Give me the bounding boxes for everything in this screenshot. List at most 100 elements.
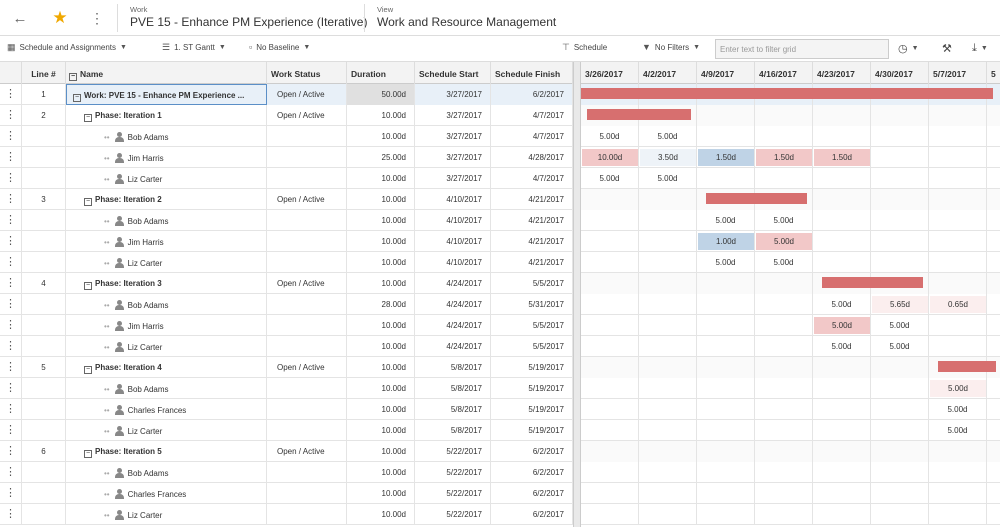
- col-duration[interactable]: Duration: [347, 62, 415, 84]
- col-status[interactable]: Work Status: [267, 62, 347, 84]
- row-menu-icon[interactable]: ⋮: [0, 210, 22, 231]
- row-menu-icon[interactable]: ⋮: [0, 420, 22, 441]
- favorite-star-icon[interactable]: ★: [48, 6, 72, 30]
- clock-dropdown[interactable]: ◷ ▼: [898, 42, 919, 55]
- row-name[interactable]: − Phase: Iteration 4: [66, 357, 267, 378]
- row-name[interactable]: •• Liz Carter: [66, 336, 267, 357]
- col-finish[interactable]: Schedule Finish: [491, 62, 573, 84]
- row-name[interactable]: − Phase: Iteration 3: [66, 273, 267, 294]
- row-menu-icon[interactable]: ⋮: [0, 483, 22, 504]
- phase-row[interactable]: ⋮ 3− Phase: Iteration 2 Open / Active 10.00d…: [0, 189, 1000, 210]
- collapse-icon[interactable]: −: [84, 366, 92, 374]
- row-name[interactable]: •• Charles Frances: [66, 483, 267, 504]
- row-menu-icon[interactable]: ⋮: [0, 147, 22, 168]
- row-name[interactable]: •• Bob Adams: [66, 210, 267, 231]
- allocation-value: 5.00d: [755, 252, 813, 273]
- row-name[interactable]: •• Liz Carter: [66, 504, 267, 525]
- collapse-icon[interactable]: −: [84, 198, 92, 206]
- collapse-icon[interactable]: −: [84, 450, 92, 458]
- pane-splitter[interactable]: [573, 62, 581, 527]
- resource-row[interactable]: ⋮ •• Liz Carter 10.00d 3/27/2017 4/7/2017 5.00…: [0, 168, 1000, 189]
- row-menu-icon[interactable]: ⋮: [0, 189, 22, 210]
- filter-grid-input[interactable]: Enter text to filter grid: [715, 39, 889, 59]
- row-name[interactable]: •• Bob Adams: [66, 126, 267, 147]
- row-name[interactable]: − Phase: Iteration 1: [66, 105, 267, 126]
- resource-row[interactable]: ⋮ •• Jim Harris 10.00d 4/10/2017 4/21/2017 1.0…: [0, 231, 1000, 252]
- row-menu-icon[interactable]: ⋮: [0, 105, 22, 126]
- phase-row[interactable]: ⋮ 5− Phase: Iteration 4 Open / Active 10.00d…: [0, 357, 1000, 378]
- row-menu-icon[interactable]: ⋮: [0, 399, 22, 420]
- resource-row[interactable]: ⋮ •• Charles Frances 10.00d 5/8/2017 5/19/201…: [0, 399, 1000, 420]
- resource-row[interactable]: ⋮ •• Bob Adams 10.00d 4/10/2017 4/21/2017 5.00…: [0, 210, 1000, 231]
- filters-dropdown[interactable]: ▼ No Filters ▼: [642, 42, 700, 52]
- row-menu-icon[interactable]: ⋮: [0, 84, 22, 105]
- work-row[interactable]: ⋮ 1− Work: PVE 15 - Enhance PM Experience …: [0, 84, 1000, 105]
- collapse-icon[interactable]: −: [73, 94, 81, 102]
- resource-row[interactable]: ⋮ •• Bob Adams 28.00d 4/24/2017 5/31/2017 5.00…: [0, 294, 1000, 315]
- baseline-dropdown[interactable]: ▫ No Baseline ▼: [249, 42, 310, 52]
- gantt-bar[interactable]: [937, 361, 996, 372]
- schedule-button[interactable]: ⊤ Schedule: [562, 42, 607, 53]
- row-menu-icon[interactable]: ⋮: [0, 252, 22, 273]
- collapse-icon[interactable]: −: [84, 114, 92, 122]
- col-start[interactable]: Schedule Start: [415, 62, 491, 84]
- row-menu-icon[interactable]: ⋮: [0, 315, 22, 336]
- row-menu-icon[interactable]: ⋮: [0, 357, 22, 378]
- row-menu-icon[interactable]: ⋮: [0, 273, 22, 294]
- row-menu-icon[interactable]: ⋮: [0, 126, 22, 147]
- row-name[interactable]: − Phase: Iteration 2: [66, 189, 267, 210]
- phase-row[interactable]: ⋮ 2− Phase: Iteration 1 Open / Active 10.00d…: [0, 105, 1000, 126]
- resource-row[interactable]: ⋮ •• Bob Adams 10.00d 5/8/2017 5/19/2017 5.00d: [0, 378, 1000, 399]
- gantt-cell: 5.00d: [755, 231, 813, 252]
- row-name[interactable]: •• Bob Adams: [66, 462, 267, 483]
- gantt-bar[interactable]: [705, 193, 808, 204]
- row-menu-icon[interactable]: ⋮: [0, 231, 22, 252]
- row-name[interactable]: − Work: PVE 15 - Enhance PM Experience ..…: [66, 84, 267, 105]
- row-name[interactable]: •• Bob Adams: [66, 294, 267, 315]
- gantt-dropdown[interactable]: ☰ 1. ST Gantt ▼: [162, 42, 226, 53]
- resource-row[interactable]: ⋮ •• Liz Carter 10.00d 5/8/2017 5/19/2017 5.00…: [0, 420, 1000, 441]
- gantt-bar[interactable]: [586, 109, 692, 120]
- back-arrow-icon[interactable]: ←: [8, 6, 32, 30]
- row-name[interactable]: •• Jim Harris: [66, 315, 267, 336]
- work-title[interactable]: PVE 15 - Enhance PM Experience (Iterativ…: [130, 15, 367, 29]
- wrench-icon[interactable]: ⚒: [942, 42, 952, 55]
- gantt-bar[interactable]: [821, 277, 924, 288]
- resource-row[interactable]: ⋮ •• Charles Frances 10.00d 5/22/2017 6/2/201…: [0, 483, 1000, 504]
- row-menu-icon[interactable]: ⋮: [0, 378, 22, 399]
- collapse-icon[interactable]: −: [84, 282, 92, 290]
- row-name[interactable]: •• Liz Carter: [66, 252, 267, 273]
- resource-row[interactable]: ⋮ •• Liz Carter 10.00d 4/24/2017 5/5/2017 5.00…: [0, 336, 1000, 357]
- resource-row[interactable]: ⋮ •• Bob Adams 10.00d 5/22/2017 6/2/2017: [0, 462, 1000, 483]
- gantt-bar[interactable]: [581, 88, 993, 99]
- col-name[interactable]: − Name: [66, 62, 267, 84]
- row-name[interactable]: •• Liz Carter: [66, 420, 267, 441]
- collapse-all-icon[interactable]: −: [69, 73, 77, 81]
- resource-row[interactable]: ⋮ •• Jim Harris 25.00d 3/27/2017 4/28/2017 10.…: [0, 147, 1000, 168]
- resource-row[interactable]: ⋮ •• Liz Carter 10.00d 5/22/2017 6/2/2017: [0, 504, 1000, 525]
- resource-row[interactable]: ⋮ •• Jim Harris 10.00d 4/24/2017 5/5/2017 5.00…: [0, 315, 1000, 336]
- row-name[interactable]: •• Jim Harris: [66, 147, 267, 168]
- row-menu-icon[interactable]: ⋮: [0, 441, 22, 462]
- row-menu-icon[interactable]: ⋮: [0, 294, 22, 315]
- row-menu-icon[interactable]: ⋮: [0, 504, 22, 525]
- row-menu-icon[interactable]: ⋮: [0, 168, 22, 189]
- download-dropdown[interactable]: ⤓ ▼: [972, 42, 988, 55]
- row-name[interactable]: •• Charles Frances: [66, 399, 267, 420]
- row-name[interactable]: •• Bob Adams: [66, 378, 267, 399]
- more-options-icon[interactable]: ⋮: [85, 6, 109, 30]
- phase-row[interactable]: ⋮ 4− Phase: Iteration 3 Open / Active 10.00d…: [0, 273, 1000, 294]
- row-menu-icon[interactable]: ⋮: [0, 336, 22, 357]
- download-icon: ⤓: [972, 42, 977, 54]
- row-name[interactable]: − Phase: Iteration 5: [66, 441, 267, 462]
- week-header: 4/2/2017: [639, 62, 697, 84]
- row-name[interactable]: •• Jim Harris: [66, 231, 267, 252]
- row-menu-icon[interactable]: ⋮: [0, 462, 22, 483]
- col-line[interactable]: Line #: [22, 62, 66, 84]
- view-title[interactable]: Work and Resource Management: [377, 15, 556, 29]
- resource-row[interactable]: ⋮ •• Bob Adams 10.00d 3/27/2017 4/7/2017 5.00d…: [0, 126, 1000, 147]
- resource-row[interactable]: ⋮ •• Liz Carter 10.00d 4/10/2017 4/21/2017 5.0…: [0, 252, 1000, 273]
- schedule-assignments-dropdown[interactable]: ▦ Schedule and Assignments ▼: [7, 42, 127, 53]
- row-name[interactable]: •• Liz Carter: [66, 168, 267, 189]
- phase-row[interactable]: ⋮ 6− Phase: Iteration 5 Open / Active 10.00d…: [0, 441, 1000, 462]
